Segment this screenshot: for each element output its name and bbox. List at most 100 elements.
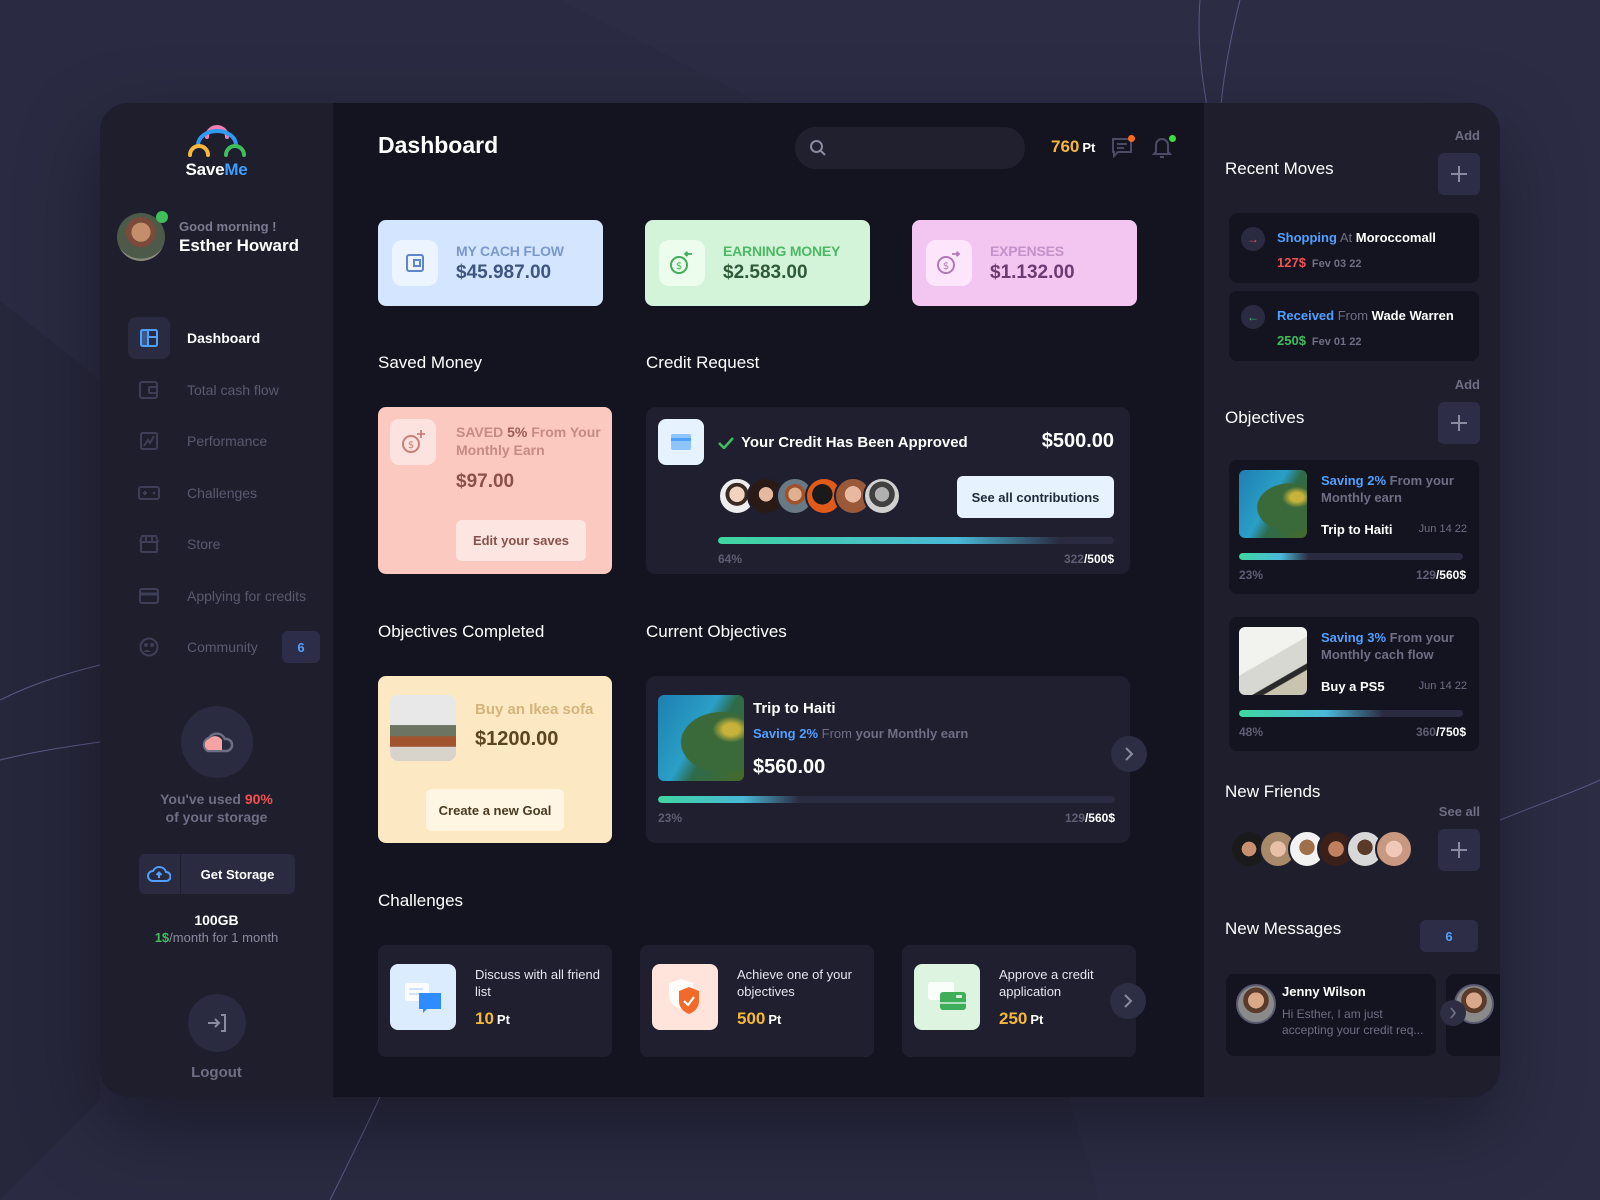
see-all-friends-link[interactable]: See all (1439, 804, 1480, 819)
add-move-button[interactable] (1438, 153, 1480, 195)
add-label: Add (1454, 377, 1480, 392)
challenge-card[interactable]: Discuss with all friend list 10 Pt (378, 945, 612, 1057)
completed-objective-name: Buy an Ikea sofa (475, 701, 594, 718)
current-objective-amount: $560.00 (753, 756, 826, 778)
stat-card-expenses[interactable]: $ EXPENSES $1.132.00 (912, 220, 1137, 306)
wallet-icon (128, 369, 170, 411)
new-messages-badge: 6 (1420, 920, 1478, 952)
island-image (1239, 470, 1307, 538)
saved-money-title: Saved Money (378, 353, 482, 372)
check-icon (718, 436, 734, 449)
chevron-right-icon (1124, 994, 1133, 1008)
logout-button[interactable] (187, 994, 246, 1052)
add-friend-button[interactable] (1438, 829, 1480, 871)
search-icon (810, 140, 826, 156)
get-storage-button[interactable]: Get Storage (138, 854, 295, 894)
sidebar-item-community[interactable]: Community 6 (128, 626, 320, 668)
credit-card-icon (658, 419, 704, 465)
sidebar-item-label: Challenges (187, 484, 258, 501)
sidebar-item-dashboard[interactable]: Dashboard (128, 317, 320, 359)
completed-objective-amount: $1200.00 (475, 728, 559, 750)
storage-plan-size: 100GB (194, 912, 239, 928)
page-title: Dashboard (378, 132, 499, 158)
next-challenge-button[interactable] (1110, 983, 1146, 1019)
see-all-contributions-button[interactable]: See all contributions (957, 476, 1114, 518)
search-input[interactable] (837, 140, 1017, 156)
main-content: Dashboard 760Pt MY CACH FLOW $45.987.00 (333, 103, 1204, 1097)
completed-objective-card: Buy an Ikea sofa $1200.00 Create a new G… (378, 676, 612, 843)
saved-money-card: $ SAVED 5% From Your Monthly Earn $97.00… (378, 407, 612, 574)
next-message-button[interactable] (1440, 1000, 1466, 1026)
credit-amount: $500.00 (1041, 430, 1114, 452)
logo-icon (187, 125, 246, 157)
sidebar-item-store[interactable]: Store (128, 523, 320, 565)
logout-label[interactable]: Logout (100, 1064, 333, 1081)
online-status-dot (156, 211, 168, 223)
sidebar-item-total-cash-flow[interactable]: Total cash flow (128, 369, 320, 411)
svg-text:$: $ (943, 261, 949, 272)
sidebar-item-applying-for-credits[interactable]: Applying for credits (128, 575, 320, 617)
storage-usage-text: You've used 90% of your storage (160, 791, 273, 825)
app-window: SaveMe Good morning ! Esther Howard Dash… (100, 103, 1500, 1097)
credit-progress-amount: 322/500$ (1063, 552, 1114, 566)
notification-dot (1169, 135, 1176, 142)
right-panel: Add Recent Moves → Shopping At Moroccoma… (1204, 103, 1500, 1097)
objective-progress (1239, 553, 1463, 560)
chevron-right-icon (1125, 747, 1134, 761)
chat-icon (390, 964, 456, 1030)
current-objective-card[interactable]: Trip to Haiti Saving 2% From your Monthl… (646, 676, 1130, 843)
plus-icon (1451, 166, 1467, 182)
credit-request-title: Credit Request (646, 353, 760, 372)
create-goal-button[interactable]: Create a new Goal (426, 789, 564, 831)
cloud-upload-icon (139, 854, 181, 894)
community-icon (128, 626, 170, 668)
store-icon (128, 523, 170, 565)
storage-percent: 90% (244, 791, 273, 807)
contributor-avatars[interactable] (718, 477, 901, 515)
saved-description: SAVED 5% From Your Monthly Earn (456, 424, 601, 458)
storage-panel: You've used 90% of your storage Get Stor… (100, 706, 333, 945)
sidebar-item-performance[interactable]: Performance (128, 420, 320, 462)
add-objective-button[interactable] (1438, 402, 1480, 444)
challenge-card[interactable]: Approve a credit application 250 Pt (902, 945, 1136, 1057)
wallet-icon (392, 240, 438, 286)
stat-card-earning-money[interactable]: $ EARNING MONEY $2.583.00 (645, 220, 870, 306)
logo[interactable]: SaveMe (100, 123, 333, 180)
notifications-button[interactable] (1151, 135, 1176, 160)
money-in-icon: $ (659, 240, 705, 286)
user-profile[interactable]: Good morning ! Esther Howard (117, 211, 299, 261)
money-out-icon: $ (926, 240, 972, 286)
credit-request-card: Your Credit Has Been Approved $500.00 Se… (646, 407, 1130, 574)
sidebar-item-challenges[interactable]: Challenges (128, 472, 320, 514)
recent-move-item[interactable]: ← Received From Wade Warren 250$ Fev 01 2… (1229, 291, 1479, 361)
sidebar: SaveMe Good morning ! Esther Howard Dash… (100, 103, 333, 1097)
current-objective-progress (658, 796, 1115, 803)
next-objective-button[interactable] (1111, 736, 1147, 772)
objective-item[interactable]: Saving 3% From your Monthly cach flow Bu… (1229, 617, 1479, 751)
arrow-right-icon: → (1241, 227, 1265, 251)
new-friends-title: New Friends (1225, 782, 1321, 801)
current-objective-percent: 23% (658, 811, 683, 825)
friend-avatar[interactable] (1375, 830, 1413, 868)
current-objectives-title: Current Objectives (646, 622, 787, 641)
credit-status: Your Credit Has Been Approved (718, 434, 968, 451)
messages-button[interactable] (1111, 135, 1135, 160)
challenge-card[interactable]: Achieve one of your objectives 500 Pt (640, 945, 874, 1057)
island-image (658, 695, 744, 781)
edit-saves-button[interactable]: Edit your saves (456, 520, 586, 561)
storage-plan-price: 1$/month for 1 month (154, 930, 279, 945)
plus-icon (1451, 415, 1467, 431)
objectives-completed-title: Objectives Completed (378, 622, 545, 641)
challenges-title: Challenges (378, 891, 464, 910)
stat-card-cash-flow[interactable]: MY CACH FLOW $45.987.00 (378, 220, 603, 306)
objective-item[interactable]: Saving 2% From your Monthly earn Trip to… (1229, 460, 1479, 594)
logout: Logout (100, 994, 333, 1081)
svg-text:$: $ (408, 440, 414, 451)
recent-move-item[interactable]: → Shopping At Moroccomall 127$ Fev 03 22 (1229, 213, 1479, 283)
credit-progress-percent: 64% (718, 552, 743, 566)
sidebar-item-label: Performance (187, 433, 268, 449)
search-bar[interactable] (795, 127, 1025, 169)
message-item[interactable]: Jenny Wilson Hi Esther, I am just accept… (1226, 974, 1436, 1056)
contributor-avatar[interactable] (863, 477, 901, 515)
sidebar-item-label: Dashboard (187, 330, 261, 346)
